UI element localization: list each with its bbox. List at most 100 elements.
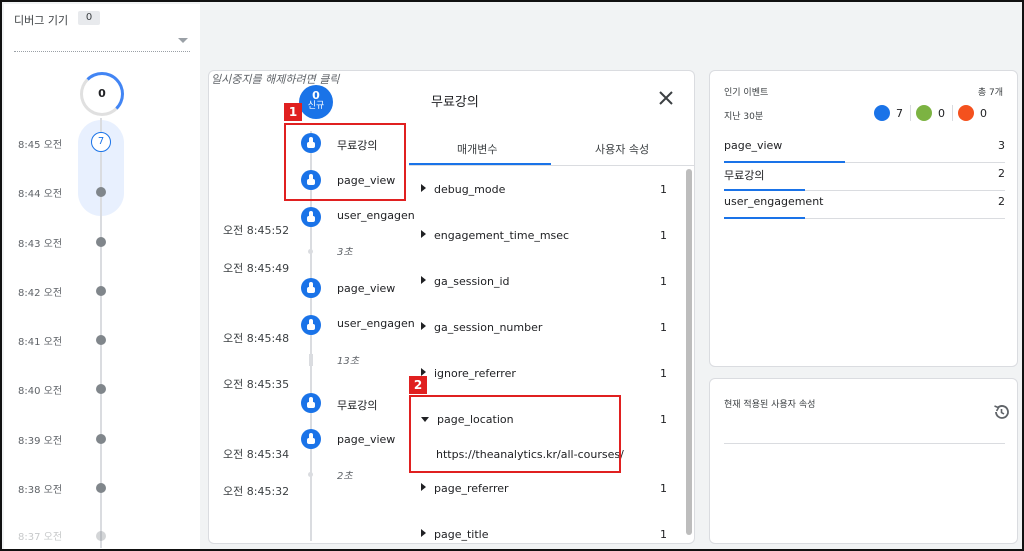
stream-event-name[interactable]: page_view <box>337 282 395 295</box>
top-event-share-bar <box>724 189 805 191</box>
stream-event-name[interactable]: page_view <box>337 433 395 446</box>
param-name: page_title <box>434 528 489 541</box>
gap-dot <box>308 249 313 254</box>
expand-icon <box>421 322 426 330</box>
user-properties-card: 현재 적용된 사용자 속성 <box>709 378 1018 544</box>
event-timestamp: 오전 8:45:52 <box>223 224 290 237</box>
conversion-count: 0 <box>938 107 945 120</box>
stream-event-name[interactable]: user_engagen <box>337 317 415 330</box>
param-row[interactable]: page_title <box>421 528 488 541</box>
event-gap-label: 13초 <box>337 356 359 367</box>
top-events-card: 인기 이벤트 총 7개 지난 30분 7 0 0 page_view 3 무료강… <box>709 70 1018 367</box>
minute-time-label: 8:45 오전 <box>18 140 63 151</box>
event-timestamp: 오전 8:45:32 <box>223 485 290 498</box>
minute-time-label: 8:38 오전 <box>18 485 63 496</box>
error-count: 0 <box>980 107 987 120</box>
minute-dot[interactable] <box>96 187 106 197</box>
minute-time-label: 8:41 오전 <box>18 337 63 348</box>
top-events-title: 인기 이벤트 <box>724 88 769 98</box>
tab-user-properties[interactable]: 사용자 속성 <box>595 141 649 157</box>
param-row[interactable]: engagement_time_msec <box>421 229 569 242</box>
new-events-badge[interactable]: 0 신규 <box>299 85 333 119</box>
new-events-count: 0 <box>312 89 320 102</box>
gap-bar <box>309 354 313 366</box>
param-row[interactable]: page_referrer <box>421 482 509 495</box>
top-event-name: page_view <box>724 139 783 152</box>
expand-icon <box>421 184 426 192</box>
top-events-total: 총 7개 <box>977 88 1003 98</box>
param-value: 1 <box>660 482 667 495</box>
detail-scrollbar[interactable] <box>686 169 692 535</box>
param-row[interactable]: ignore_referrer <box>421 367 516 380</box>
param-value: 1 <box>660 229 667 242</box>
minute-dot[interactable] <box>96 531 106 541</box>
chevron-down-icon <box>178 38 188 43</box>
expand-icon <box>421 276 426 284</box>
expand-icon <box>421 230 426 238</box>
param-name: ga_session_number <box>434 321 543 334</box>
minute-time-label: 8:43 오전 <box>18 239 63 250</box>
divider <box>952 105 953 121</box>
event-icon <box>301 315 321 335</box>
top-event-share-bar <box>724 217 805 219</box>
top-event-name: 무료강의 <box>724 169 765 182</box>
debug-device-label: 디버그 기기 <box>14 14 69 27</box>
event-icon <box>301 393 321 413</box>
top-event-share-bar <box>724 161 845 163</box>
seconds-counter[interactable]: 0 <box>80 72 124 116</box>
top-event-row[interactable]: page_view 3 <box>724 137 1005 163</box>
history-icon[interactable] <box>992 403 1010 421</box>
minute-dot[interactable] <box>96 237 106 247</box>
param-name: engagement_time_msec <box>434 229 570 242</box>
gap-dot <box>308 472 313 477</box>
top-event-row[interactable]: user_engagement 2 <box>724 193 1005 219</box>
event-count: 7 <box>896 107 903 120</box>
param-value: 1 <box>660 275 667 288</box>
conversion-flag-icon <box>916 105 932 121</box>
event-icon <box>301 207 321 227</box>
minute-time-label: 8:40 오전 <box>18 386 63 397</box>
top-event-count: 2 <box>998 195 1005 208</box>
tab-divider <box>409 165 694 166</box>
param-value: 1 <box>660 183 667 196</box>
param-name: debug_mode <box>434 183 506 196</box>
minute-dot[interactable] <box>96 434 106 444</box>
top-event-row[interactable]: 무료강의 2 <box>724 165 1005 191</box>
user-properties-title: 현재 적용된 사용자 속성 <box>724 400 816 410</box>
param-value: 1 <box>660 321 667 334</box>
param-name: page_referrer <box>434 482 509 495</box>
event-timestamp: 오전 8:45:35 <box>223 378 290 391</box>
event-timestamp: 오전 8:45:48 <box>223 332 290 345</box>
param-name: ga_session_id <box>434 275 510 288</box>
stream-event-name[interactable]: user_engagen <box>337 209 415 222</box>
minute-dot[interactable] <box>96 286 106 296</box>
debug-device-select[interactable] <box>14 32 190 52</box>
event-icon <box>301 429 321 449</box>
minutes-column: 디버그 기기 0 0 7 8:45 오전 8:44 오전 8:43 오전 8:4… <box>4 4 200 549</box>
expand-icon <box>421 368 426 376</box>
close-icon[interactable] <box>657 89 675 107</box>
event-timestamp: 오전 8:45:34 <box>223 448 290 461</box>
minute-time-label: 8:42 오전 <box>18 288 63 299</box>
event-icon <box>301 278 321 298</box>
error-gift-icon <box>958 105 974 121</box>
minute-dot[interactable] <box>96 483 106 493</box>
top-event-name: user_engagement <box>724 195 824 208</box>
highlight-box-2 <box>409 395 621 473</box>
minute-time-label: 8:37 오전 <box>18 532 63 543</box>
event-gap-label: 2초 <box>337 471 353 482</box>
tab-parameters[interactable]: 매개변수 <box>457 141 497 157</box>
divider <box>724 443 1005 444</box>
minute-dot[interactable] <box>96 335 106 345</box>
param-row[interactable]: debug_mode <box>421 183 505 196</box>
debug-device-count: 0 <box>78 11 100 25</box>
expand-icon <box>421 483 426 491</box>
param-value: 1 <box>660 367 667 380</box>
minute-dot[interactable] <box>96 384 106 394</box>
divider <box>910 105 911 121</box>
event-icon <box>874 105 890 121</box>
stream-event-name[interactable]: 무료강의 <box>337 397 377 413</box>
param-row[interactable]: ga_session_id <box>421 275 509 288</box>
minute-event-count[interactable]: 7 <box>91 132 111 152</box>
param-row[interactable]: ga_session_number <box>421 321 542 334</box>
